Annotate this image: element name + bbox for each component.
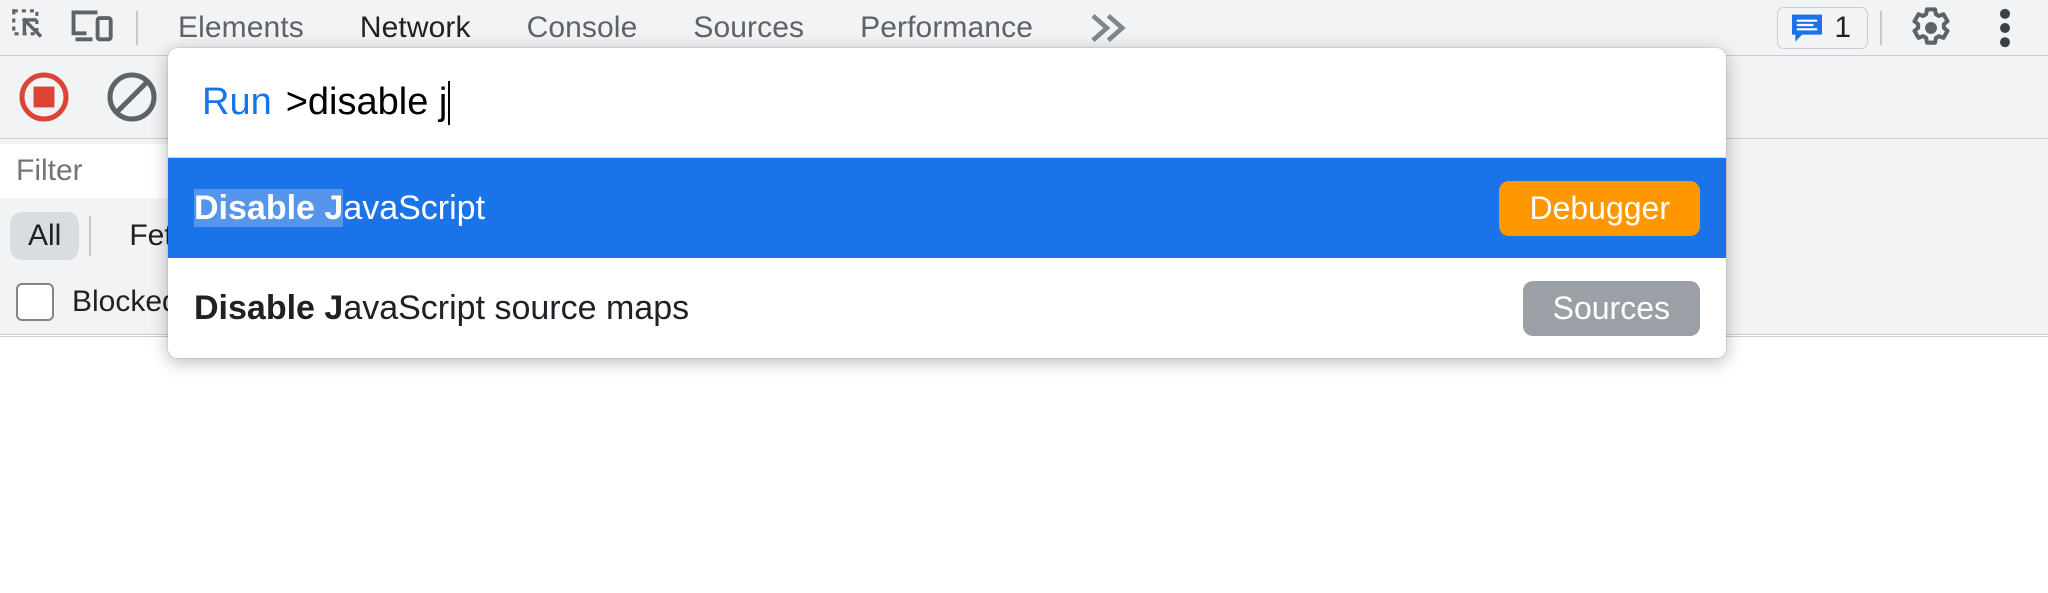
toolbar-divider-right [1880,10,1882,45]
result-badge-sources: Sources [1522,280,1700,336]
gear-icon[interactable] [1894,2,1968,54]
checkbox-blocked-response-cookies[interactable] [16,282,54,321]
text-cursor [448,80,451,125]
type-chip-divider [89,216,92,256]
toolbar-right-actions: 1 [1777,0,2048,56]
device-toolbar-icon[interactable] [62,2,124,54]
result-title: Disable JavaScript source maps [194,289,689,328]
toolbar-divider [136,10,138,45]
record-button[interactable] [0,56,88,139]
type-chip-all[interactable]: All [10,212,80,260]
result-title-match: Disable J [194,188,344,227]
command-palette-result-disable-javascript-source-maps[interactable]: Disable JavaScript source maps Sources [168,258,1726,358]
result-badge-debugger: Debugger [1499,180,1700,236]
console-message-badge[interactable]: 1 [1777,6,1868,49]
result-title: Disable JavaScript [194,188,486,228]
result-title-match: Disable J [194,288,344,327]
inspect-element-icon[interactable] [0,2,62,54]
network-request-list [0,336,2048,593]
more-tabs-icon[interactable] [1061,11,1159,45]
command-palette-input-row[interactable]: Run >disable j [168,48,1726,158]
message-bubble-icon [1792,14,1823,42]
command-palette-query: >disable j [285,81,448,123]
more-options-icon[interactable] [1968,2,2042,54]
clear-log-button[interactable] [88,56,176,139]
result-title-rest: avaScript [343,188,486,227]
command-palette-result-disable-javascript[interactable]: Disable JavaScript Debugger [168,158,1726,258]
devtools-window: Elements Network Console Sources Perform… [0,0,2048,593]
command-palette: Run >disable j Disable JavaScript Debugg… [168,48,1726,358]
message-count: 1 [1834,10,1851,44]
result-title-rest: avaScript source maps [343,288,690,327]
command-palette-prefix: Run [202,81,272,123]
